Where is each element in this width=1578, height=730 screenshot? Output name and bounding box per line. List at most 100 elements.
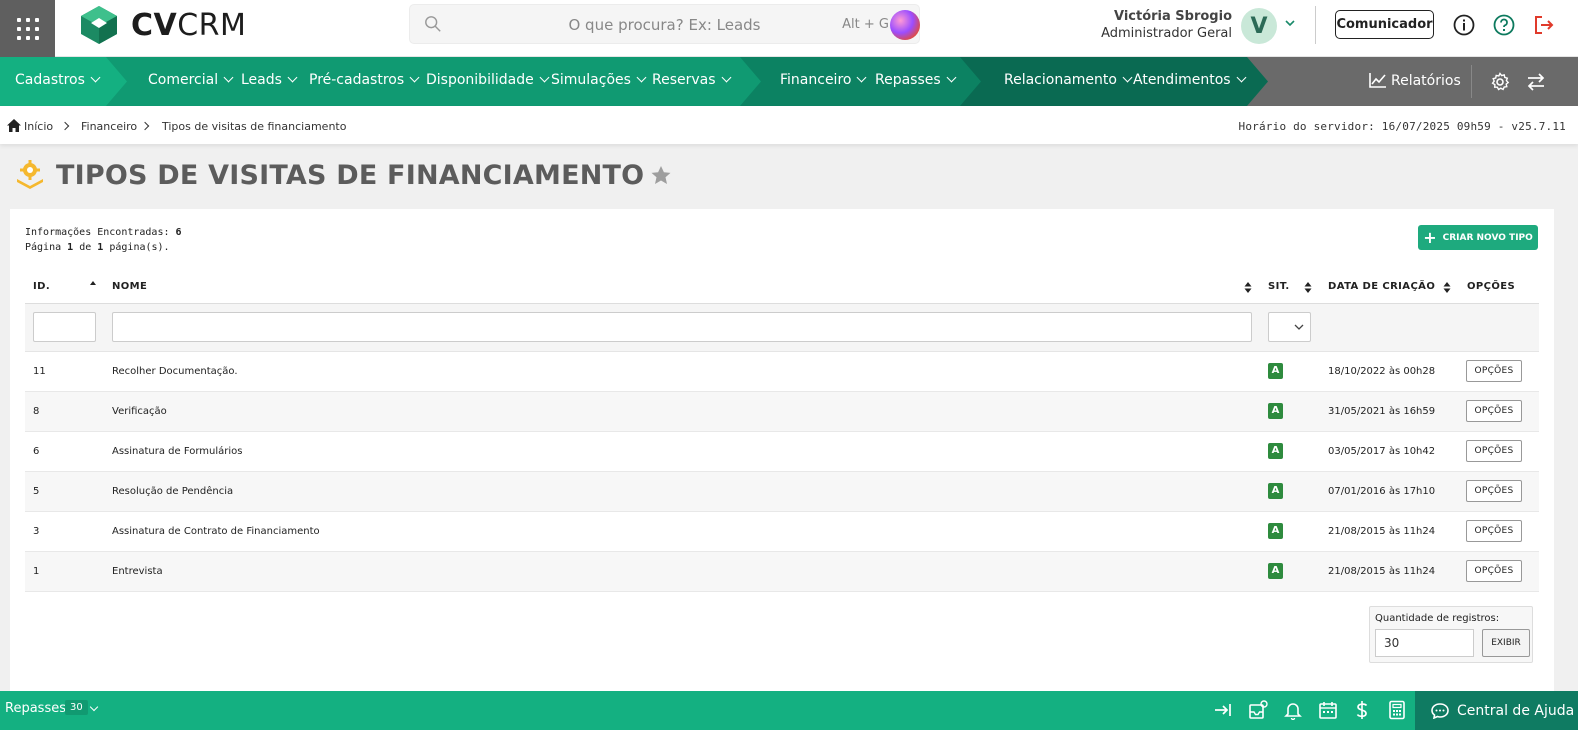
global-search[interactable]: O que procura? Ex: Leads Alt + G [409,4,920,44]
records-per-page-label: Quantidade de registros: [1375,613,1500,624]
cell-id: 1 [25,551,104,592]
nav-simulacoes[interactable]: Simulações [551,72,647,88]
nav-reservas[interactable]: Reservas [652,72,731,88]
chevron-down-icon[interactable] [89,702,99,712]
chevron-down-icon [1236,72,1247,83]
chat-icon [1431,702,1449,719]
create-button-label: CRIAR NOVO TIPO [1442,232,1533,243]
chevron-down-icon[interactable] [1284,18,1296,28]
cvcrm-logo-icon [81,6,117,44]
nav-leads[interactable]: Leads [241,72,298,88]
user-info[interactable]: Victória Sbrogio Administrador Geral [1101,9,1232,41]
gear-icon[interactable] [1490,72,1510,92]
nav-financeiro[interactable]: Financeiro [780,72,867,88]
inbox-icon[interactable] [1248,700,1268,720]
search-shortcut: Alt + G [842,17,889,32]
help-icon[interactable] [1492,13,1516,37]
help-center-label: Central de Ajuda [1457,702,1575,719]
cell-name: Assinatura de Formulários [104,431,1260,472]
chevron-down-icon [287,72,298,83]
cell-created: 31/05/2021 às 16h59 [1320,391,1459,432]
sort-icon [1244,282,1252,293]
page-suffix: página(s). [109,242,170,253]
filter-id-input[interactable] [33,312,96,342]
dollar-icon[interactable] [1352,700,1372,720]
cell-created: 21/08/2015 às 11h24 [1320,551,1459,592]
cell-id: 3 [25,511,104,552]
column-header-id[interactable]: ID. [25,271,104,304]
chevron-right-icon [60,121,70,131]
star-icon[interactable] [651,165,671,185]
filter-name-input[interactable] [112,312,1252,342]
options-button[interactable]: OPÇÕES [1466,560,1522,582]
nav-repasses[interactable]: Repasses [875,72,957,88]
bottom-bar: Repasses 30 Central de Ajuda [0,691,1578,730]
sort-icon [1443,282,1451,293]
cell-id: 6 [25,431,104,472]
create-new-type-button[interactable]: + CRIAR NOVO TIPO [1418,225,1538,250]
table-header-row: ID. NOME SIT. DATA DE CRIAÇÃO OPÇÕES [25,271,1539,304]
table-row: 5 Resolução de Pendência A 07/01/2016 às… [25,471,1539,512]
records-per-page-input[interactable]: 30 [1375,629,1474,657]
swap-icon[interactable] [1526,72,1546,92]
cell-id: 8 [25,391,104,432]
logout-icon[interactable] [1532,13,1556,37]
user-role: Administrador Geral [1101,26,1232,41]
nav-relacionamento[interactable]: Relacionamento [1004,72,1133,88]
help-center-button[interactable]: Central de Ajuda [1415,691,1578,730]
gear-badge-icon [17,160,43,189]
chevron-right-icon [140,121,150,131]
apps-menu-button[interactable] [0,0,55,57]
info-icon[interactable] [1452,13,1476,37]
options-button[interactable]: OPÇÕES [1466,400,1522,422]
brand-name: CVCRM [131,7,247,43]
user-name: Victória Sbrogio [1113,9,1232,24]
home-icon[interactable] [7,119,21,132]
filter-sit-select[interactable] [1268,312,1311,342]
footer-repasses-count[interactable]: 30 [65,700,88,715]
chevron-down-icon [857,72,867,83]
status-badge: A [1268,443,1283,459]
bell-icon[interactable] [1283,700,1303,720]
assistant-orb-icon[interactable] [890,10,920,40]
calendar-icon[interactable] [1318,700,1338,720]
page-header: TIPOS DE VISITAS DE FINANCIAMENTO [14,157,671,193]
nav-relatorios[interactable]: Relatórios [1369,72,1461,89]
options-button[interactable]: OPÇÕES [1466,520,1522,542]
status-badge: A [1268,523,1283,539]
nav-cadastros[interactable]: Cadastros [15,72,101,88]
content-card: Informações Encontradas: 6 Página 1 de 1… [10,209,1554,691]
table-row: 8 Verificação A 31/05/2021 às 16h59 OPÇÕ… [25,391,1539,432]
nav-atendimentos[interactable]: Atendimentos [1133,72,1247,88]
column-header-created[interactable]: DATA DE CRIAÇÃO [1320,271,1459,304]
options-button[interactable]: OPÇÕES [1466,360,1522,382]
communicator-button[interactable]: Comunicador [1335,10,1434,39]
avatar[interactable]: V [1241,8,1277,44]
column-header-sit[interactable]: SIT. [1260,271,1320,304]
main-navbar: Cadastros Comercial Leads Pré-cadastros … [0,57,1578,106]
options-button[interactable]: OPÇÕES [1466,480,1522,502]
page-of: de [79,242,92,253]
nav-pre-cadastros[interactable]: Pré-cadastros [309,72,420,88]
show-button[interactable]: EXIBIR [1482,629,1530,657]
brand-logo[interactable]: CVCRM [79,4,246,46]
arrow-to-right-icon[interactable] [1213,700,1233,720]
page-current: 1 [67,242,74,253]
options-button[interactable]: OPÇÕES [1466,440,1522,462]
page-total: 1 [97,242,104,253]
nav-comercial[interactable]: Comercial [148,72,234,88]
breadcrumb-financeiro[interactable]: Financeiro [81,120,137,133]
breadcrumb: Início Financeiro Tipos de visitas de fi… [0,106,1578,144]
nav-disponibilidade[interactable]: Disponibilidade [426,72,550,88]
calculator-icon[interactable] [1387,700,1407,720]
server-time: Horário do servidor: 16/07/2025 09h59 - … [1238,120,1566,133]
top-header: CVCRM O que procura? Ex: Leads Alt + G V… [0,0,1578,57]
chevron-down-icon [409,72,420,83]
footer-repasses-label[interactable]: Repasses [5,701,66,716]
breadcrumb-home[interactable]: Início [24,120,53,133]
cell-name: Assinatura de Contrato de Financiamento [104,511,1260,552]
column-header-name[interactable]: NOME [104,271,1260,304]
table-row: 3 Assinatura de Contrato de Financiament… [25,511,1539,552]
chevron-down-icon [1294,324,1304,330]
cell-created: 18/10/2022 às 00h28 [1320,351,1459,392]
